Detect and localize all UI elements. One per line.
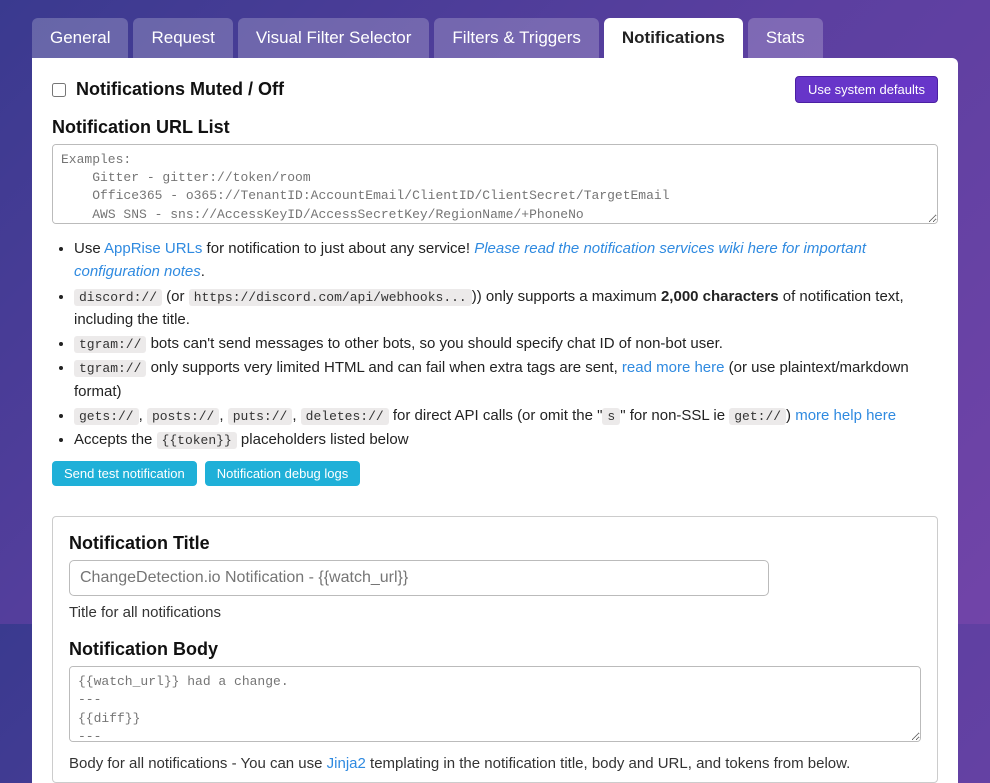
tgram-scheme-code: tgram:// — [74, 336, 146, 353]
apprise-urls-link[interactable]: AppRise URLs — [104, 240, 202, 257]
note-tokens: Accepts the {{token}} placeholders liste… — [74, 428, 938, 451]
tab-filters-triggers[interactable]: Filters & Triggers — [434, 18, 598, 58]
tab-bar: General Request Visual Filter Selector F… — [32, 18, 958, 58]
tab-stats[interactable]: Stats — [748, 18, 823, 58]
api-more-help-link[interactable]: more help here — [795, 407, 896, 424]
tab-request[interactable]: Request — [133, 18, 232, 58]
token-placeholder-code: {{token}} — [157, 432, 237, 449]
use-system-defaults-button[interactable]: Use system defaults — [795, 76, 938, 103]
notification-debug-logs-button[interactable]: Notification debug logs — [205, 461, 361, 486]
tab-visual-filter-selector[interactable]: Visual Filter Selector — [238, 18, 430, 58]
notifications-muted-label: Notifications Muted / Off — [76, 79, 284, 100]
notification-url-list-label: Notification URL List — [52, 117, 938, 138]
discord-webhook-code: https://discord.com/api/webhooks... — [189, 289, 472, 306]
send-test-notification-button[interactable]: Send test notification — [52, 461, 197, 486]
note-tgram-html: tgram:// only supports very limited HTML… — [74, 356, 938, 403]
notification-notes-list: Use AppRise URLs for notification to jus… — [52, 237, 938, 451]
notifications-muted-checkbox[interactable] — [52, 83, 66, 97]
tgram-scheme-code-2: tgram:// — [74, 360, 146, 377]
notification-body-help: Body for all notifications ‐ You can use… — [69, 755, 921, 772]
note-apprise: Use AppRise URLs for notification to jus… — [74, 237, 938, 284]
notification-title-help: Title for all notifications — [69, 604, 921, 621]
notification-body-label: Notification Body — [69, 639, 921, 660]
discord-scheme-code: discord:// — [74, 289, 162, 306]
notifications-panel: Notifications Muted / Off Use system def… — [32, 58, 958, 783]
notification-content-box: Notification Title Title for all notific… — [52, 516, 938, 783]
tgram-read-more-link[interactable]: read more here — [622, 359, 725, 376]
notification-body-textarea[interactable] — [69, 666, 921, 742]
notification-title-input[interactable] — [69, 560, 769, 596]
tab-notifications[interactable]: Notifications — [604, 18, 743, 58]
note-tgram-bots: tgram:// bots can't send messages to oth… — [74, 332, 938, 355]
note-discord: discord:// (or https://discord.com/api/w… — [74, 285, 938, 332]
tab-general[interactable]: General — [32, 18, 128, 58]
note-api-schemes: gets://, posts://, puts://, deletes:// f… — [74, 404, 938, 427]
notification-url-list-textarea[interactable] — [52, 144, 938, 224]
jinja2-link[interactable]: Jinja2 — [327, 755, 366, 772]
notifications-muted-toggle[interactable]: Notifications Muted / Off — [52, 79, 284, 100]
notification-title-label: Notification Title — [69, 533, 921, 554]
